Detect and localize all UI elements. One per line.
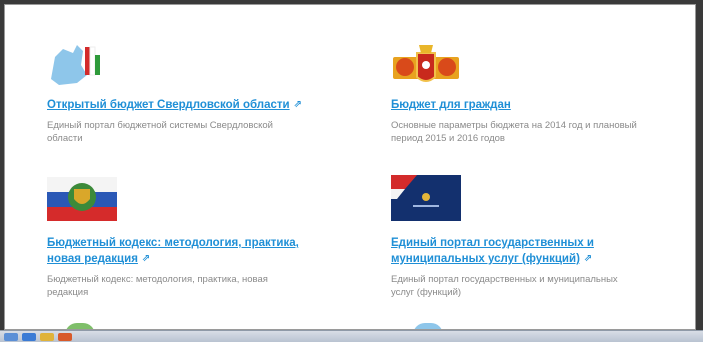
budget-citizens-link[interactable]: Бюджет для граждан [391,97,661,113]
card-budget-code: Бюджетный кодекс: методология, практика,… [47,175,317,299]
external-link-icon: ⇗ [141,253,151,264]
app-taskbar-icon[interactable] [58,333,72,341]
window-frame: Открытый бюджет Свердловской области ⇗ Ед… [0,0,703,342]
next-row-icon-left [65,323,95,329]
budget-code-description: Бюджетный кодекс: методология, практика,… [47,274,268,298]
open-budget-link[interactable]: Открытый бюджет Свердловской области ⇗ [47,97,307,113]
budget-code-link[interactable]: Бюджетный кодекс: методология, практика,… [47,235,317,267]
gosuslugi-banner-icon [391,175,461,223]
browser-taskbar-icon[interactable] [22,333,36,341]
folder-taskbar-icon[interactable] [40,333,54,341]
russian-flag-emblem-icon [47,175,117,223]
next-row-icon-right [413,323,443,329]
content-panel: Открытый бюджет Свердловской области ⇗ Ед… [4,4,696,330]
gosuslugi-link[interactable]: Единый портал государственных и муниципа… [391,235,666,267]
budget-citizens-description: Основные параметры бюджета на 2014 год и… [391,120,637,144]
card-budget-citizens: Бюджет для граждан Основные параметры бю… [391,39,661,145]
coat-of-arms-icon [391,39,461,87]
open-budget-description: Единый портал бюджетной системы Свердлов… [47,120,273,144]
start-button-icon[interactable] [4,333,18,341]
map-flag-icon [47,39,117,87]
taskbar [0,330,703,342]
card-gosuslugi: Единый портал государственных и муниципа… [391,175,666,299]
gosuslugi-description: Единый портал государственных и муниципа… [391,274,618,298]
external-link-icon: ⇗ [293,99,302,110]
external-link-icon: ⇗ [583,253,593,264]
card-open-budget: Открытый бюджет Свердловской области ⇗ Ед… [47,39,307,145]
